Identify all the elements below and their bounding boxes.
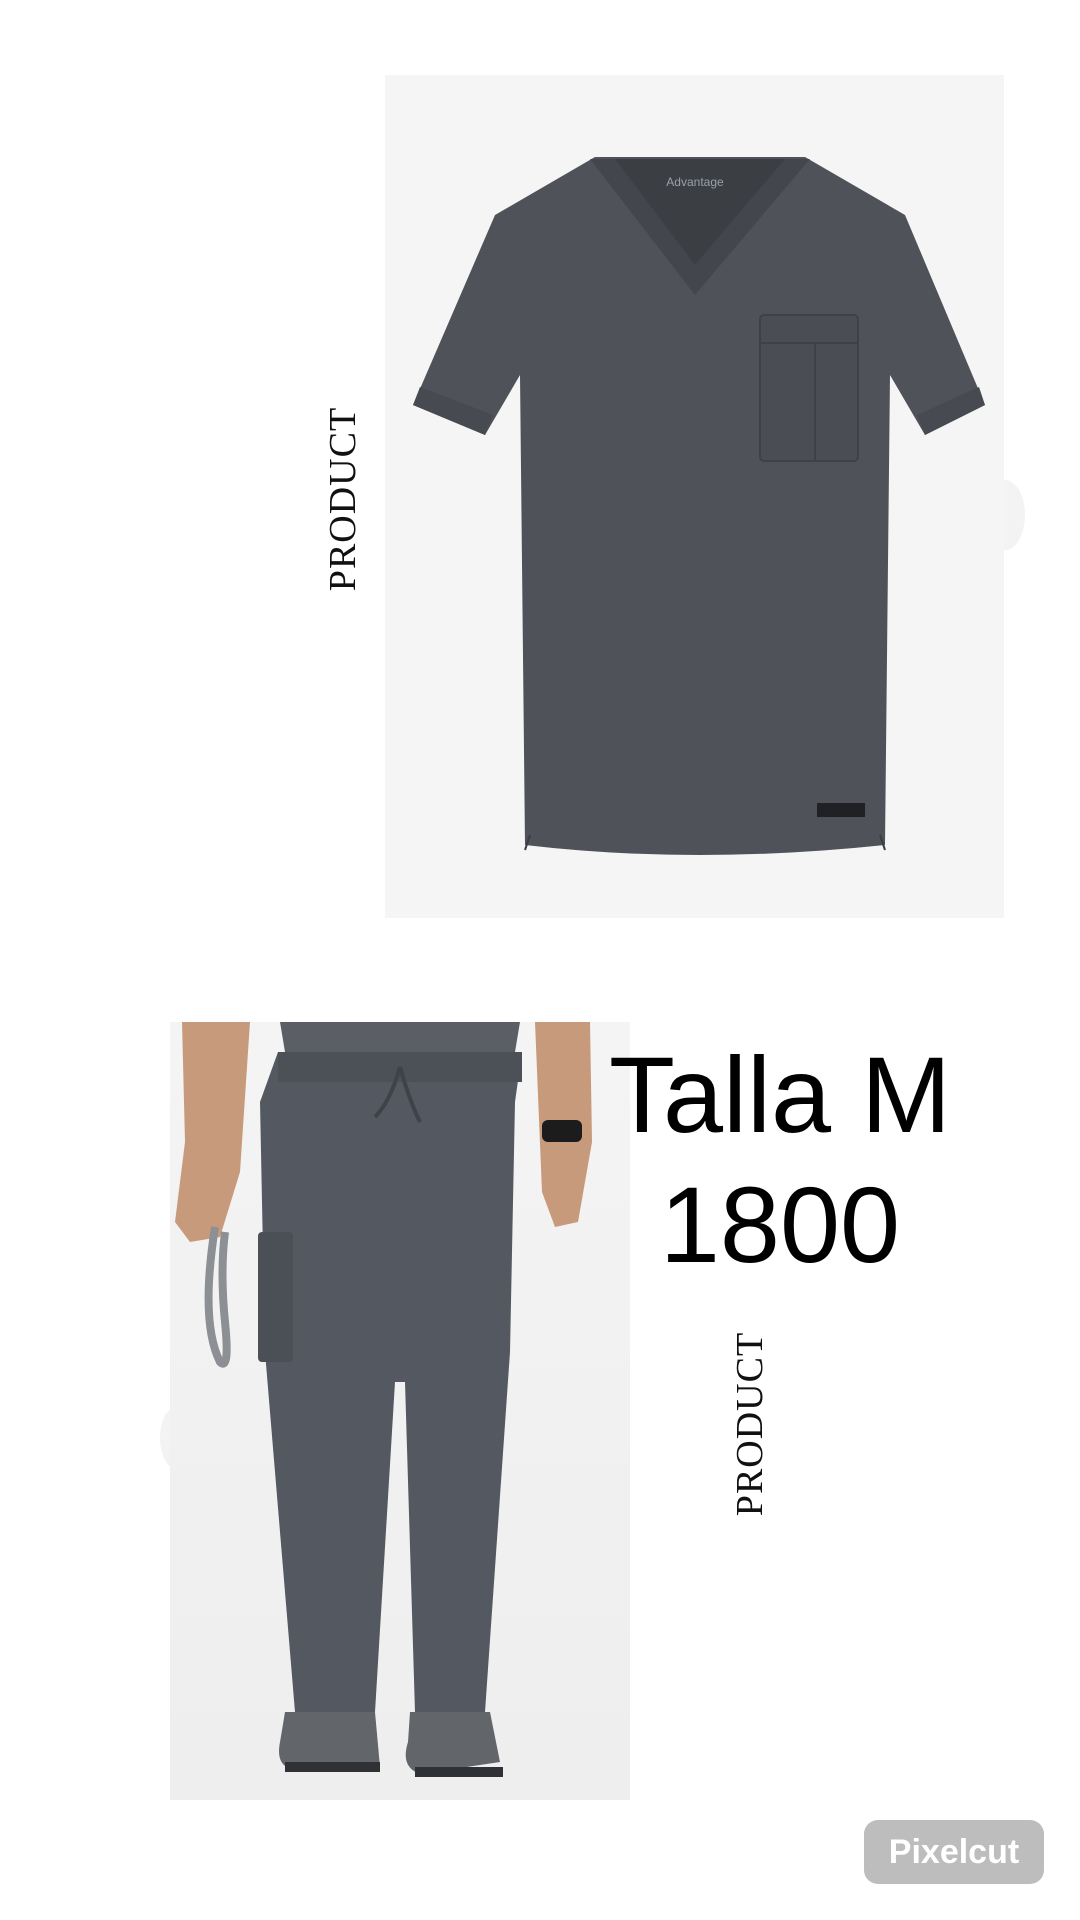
scrub-top-image: Advantage	[385, 75, 1004, 918]
product-label: PRODUCT	[322, 406, 364, 592]
brand-tag: Advantage	[666, 175, 724, 189]
price-label: 1800	[659, 1164, 901, 1285]
size-label: Talla M	[608, 1034, 952, 1155]
scrub-pants-image	[170, 1022, 630, 1800]
scrub-top-icon	[413, 157, 985, 855]
product-label: PRODUCT	[729, 1331, 771, 1517]
scrub-pants-icon	[175, 1022, 592, 1777]
pixelcut-watermark: Pixelcut	[864, 1820, 1044, 1884]
product-info: Talla M 1800	[590, 1030, 970, 1290]
